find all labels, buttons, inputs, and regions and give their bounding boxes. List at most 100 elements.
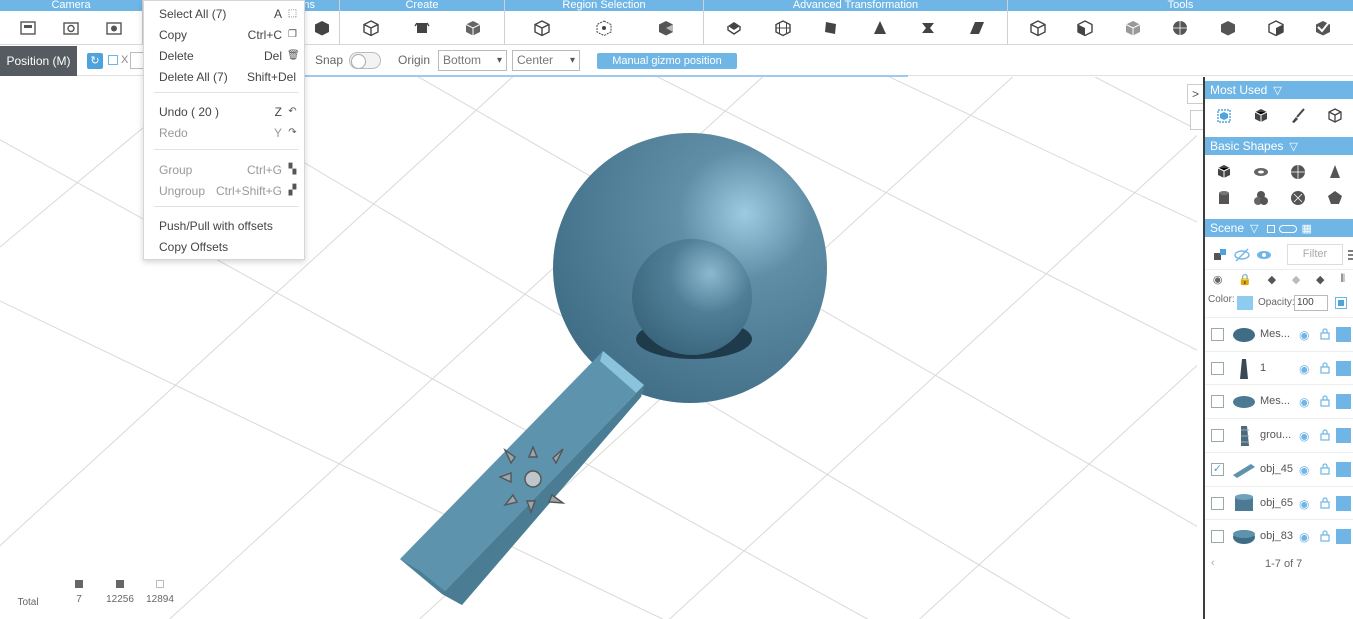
menu-item-copy[interactable]: Copy Ctrl+C ❐	[144, 25, 304, 43]
scene-object-checkbox[interactable]	[1211, 496, 1224, 510]
tool-check-icon[interactable]	[1312, 17, 1334, 39]
eye-icon[interactable]: ◉	[1299, 530, 1309, 544]
cube-tool-icon[interactable]	[1250, 105, 1272, 127]
gizmo-refresh-button[interactable]: ↻	[87, 53, 103, 69]
scene-filter-input[interactable]: Filter	[1287, 244, 1343, 265]
group-objects-icon[interactable]	[1209, 244, 1231, 266]
tool-align-icon[interactable]	[1074, 17, 1096, 39]
scene-object-checkbox[interactable]	[1211, 361, 1224, 375]
lock-icon[interactable]	[1320, 496, 1330, 509]
menu-item-undo[interactable]: Undo ( 20 ) Z ↶	[144, 102, 304, 120]
transform-cube-icon[interactable]	[311, 17, 333, 39]
adv-twist-icon[interactable]	[820, 17, 842, 39]
tool-measure-icon[interactable]	[1027, 17, 1049, 39]
menu-item-delete-all[interactable]: Delete All (7) Shift+Del	[144, 67, 304, 85]
lock-icon[interactable]	[1320, 530, 1330, 542]
menu-item-group[interactable]: Group Ctrl+G ▚	[144, 160, 304, 178]
scene-object-row[interactable]: Mes... ◉	[1205, 384, 1353, 418]
menu-item-redo[interactable]: Redo Y ↷	[144, 123, 304, 141]
shape-knot-icon[interactable]	[1250, 187, 1272, 209]
object-cube-icon[interactable]	[1336, 529, 1351, 545]
object-cube-icon[interactable]	[1336, 394, 1351, 410]
panel-collapse-button[interactable]: >	[1187, 84, 1204, 104]
create-extrude-icon[interactable]	[411, 17, 433, 39]
camera-view-icon[interactable]	[17, 17, 39, 39]
shape-torus-icon[interactable]	[1250, 161, 1272, 183]
shape-cone-icon[interactable]	[1324, 161, 1346, 183]
adv-subdivide-icon[interactable]	[772, 17, 794, 39]
select-tool-icon[interactable]	[1213, 105, 1235, 127]
tool-sphere-icon[interactable]	[1169, 17, 1191, 39]
chevron-left-icon[interactable]: ‹	[1211, 557, 1215, 569]
lock-icon[interactable]: 🔒	[1238, 273, 1252, 286]
shape-icosphere-icon[interactable]	[1287, 187, 1309, 209]
lock-icon[interactable]	[1320, 328, 1330, 340]
lock-icon[interactable]	[1320, 463, 1330, 475]
scene-object-checkbox[interactable]: ✓	[1211, 462, 1224, 476]
manual-gizmo-position-button[interactable]: Manual gizmo position	[597, 53, 737, 69]
shape-sphere-icon[interactable]	[1287, 161, 1309, 183]
adv-taper-icon[interactable]	[723, 17, 745, 39]
x-value-input[interactable]	[130, 52, 144, 69]
opacity-apply-icon[interactable]	[1335, 297, 1347, 309]
create-box-icon[interactable]	[360, 17, 382, 39]
most-used-header[interactable]: Most Used ▽	[1205, 81, 1353, 99]
origin-vertical-select[interactable]: Bottom	[438, 50, 507, 71]
scene-object-row[interactable]: ✓ obj_45 ◉	[1205, 451, 1353, 486]
object-cube-icon[interactable]	[1336, 327, 1351, 342]
adv-pyramid-icon[interactable]	[869, 17, 891, 39]
scene-object-checkbox[interactable]	[1211, 395, 1224, 409]
bar-model[interactable]	[400, 351, 644, 605]
color-swatch[interactable]	[1237, 296, 1253, 310]
scene-object-row[interactable]: obj_65 ◉	[1205, 485, 1353, 520]
solid-cube-icon[interactable]: ◆	[1268, 273, 1276, 286]
shape-cube-icon[interactable]	[1213, 161, 1235, 183]
columns-icon[interactable]: ⦀	[1340, 273, 1345, 286]
origin-horizontal-select[interactable]: Center	[512, 50, 580, 71]
eye-icon[interactable]: ◉	[1299, 463, 1309, 477]
tool-split-icon[interactable]	[1265, 17, 1287, 39]
eye-icon[interactable]: ◉	[1299, 328, 1309, 342]
visibility-on-icon[interactable]	[1253, 244, 1275, 266]
list-menu-icon[interactable]	[1344, 244, 1353, 266]
region-box-icon[interactable]	[531, 17, 553, 39]
scene-object-row[interactable]: obj_83 ◉	[1205, 519, 1353, 553]
paint-brush-icon[interactable]	[1287, 105, 1309, 127]
x-axis-checkbox[interactable]	[108, 55, 118, 65]
region-wireframe-icon[interactable]	[593, 17, 615, 39]
scene-object-row[interactable]: grou... ◉	[1205, 418, 1353, 452]
region-cut-icon[interactable]	[655, 17, 677, 39]
scene-header[interactable]: Scene ▽ ▦	[1205, 219, 1353, 237]
eye-icon[interactable]: ◉	[1299, 395, 1309, 409]
adv-bend-icon[interactable]	[917, 17, 939, 39]
shape-polyhedron-icon[interactable]	[1324, 187, 1346, 209]
dark-cube-icon[interactable]: ◆	[1316, 273, 1324, 286]
opacity-input[interactable]: 100	[1294, 295, 1328, 311]
scene-object-row[interactable]: 1 ◉	[1205, 350, 1353, 385]
eye-icon[interactable]: ◉	[1213, 273, 1223, 286]
scene-object-row[interactable]: Mes... ◉	[1205, 317, 1353, 351]
snap-toggle[interactable]	[349, 52, 381, 69]
panel-tab-button[interactable]	[1190, 110, 1204, 130]
object-cube-icon[interactable]	[1336, 428, 1351, 444]
grid-view-icon[interactable]: ▦	[1302, 220, 1312, 238]
tool-solidify-icon[interactable]	[1217, 17, 1239, 39]
box-outline-icon[interactable]	[1324, 105, 1346, 127]
menu-item-copy-offsets[interactable]: Copy Offsets	[144, 237, 304, 255]
eye-icon[interactable]: ◉	[1299, 497, 1309, 511]
scene-object-checkbox[interactable]	[1211, 328, 1224, 341]
menu-item-push-pull[interactable]: Push/Pull with offsets	[144, 216, 304, 234]
eye-icon[interactable]: ◉	[1299, 362, 1309, 376]
shape-cylinder-icon[interactable]	[1213, 187, 1235, 209]
basic-shapes-header[interactable]: Basic Shapes ▽	[1205, 137, 1353, 155]
transform-mode-label[interactable]: Position (M)	[0, 46, 77, 76]
scene-object-checkbox[interactable]	[1211, 530, 1224, 544]
camera-reset-icon[interactable]	[103, 17, 125, 39]
camera-snapshot-icon[interactable]	[60, 17, 82, 39]
object-cube-icon[interactable]	[1336, 495, 1351, 511]
scene-view-square-icon[interactable]	[1266, 225, 1275, 233]
create-solid-icon[interactable]	[462, 17, 484, 39]
menu-item-ungroup[interactable]: Ungroup Ctrl+Shift+G ▞	[144, 181, 304, 199]
menu-item-delete[interactable]: Delete Del 🗑	[144, 46, 304, 64]
adv-shear-icon[interactable]	[966, 17, 988, 39]
